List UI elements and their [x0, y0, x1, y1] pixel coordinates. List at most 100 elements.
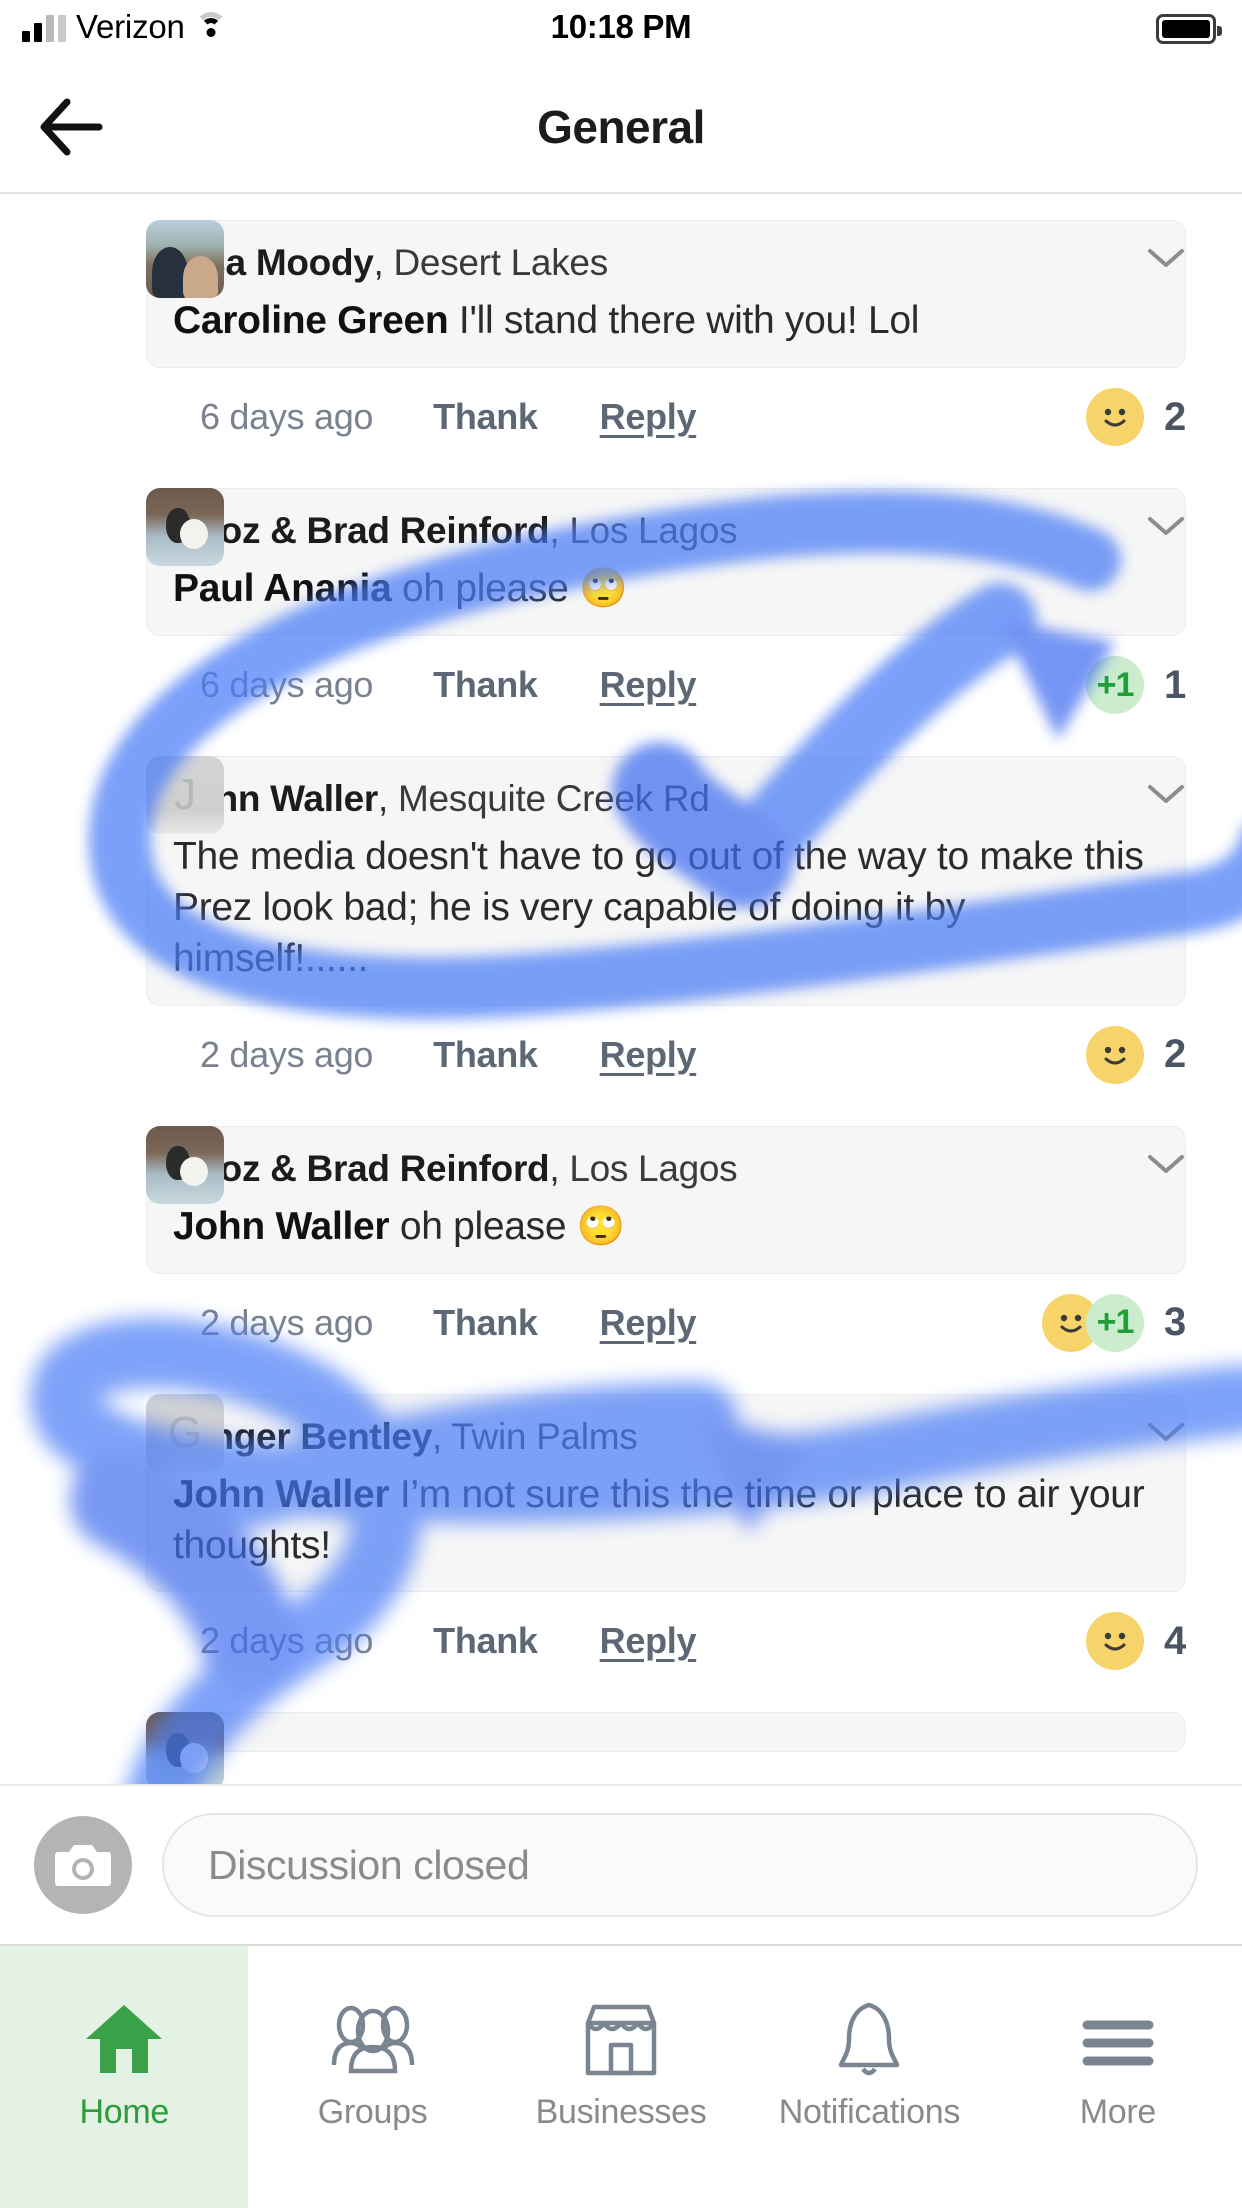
reaction-group[interactable]: +1 3 — [1042, 1293, 1186, 1352]
avatar[interactable] — [146, 1125, 224, 1204]
reply-button[interactable]: Reply — [600, 664, 697, 706]
reply-button[interactable]: Reply — [600, 1034, 697, 1076]
comment-mention[interactable]: Caroline Green — [173, 299, 449, 342]
comment-mention[interactable]: John Waller — [173, 1205, 390, 1248]
reaction-group[interactable]: 2 — [1086, 388, 1186, 447]
reply-button[interactable]: Reply — [600, 1302, 697, 1344]
clock-label: 10:18 PM — [550, 8, 692, 45]
comment-item[interactable]: Sooz & Brad Reinford, Los Lagos Paul Ana… — [0, 462, 1242, 730]
smile-reaction-icon[interactable] — [1086, 1612, 1145, 1671]
comment-timestamp: 2 days ago — [200, 1033, 374, 1075]
comment-bubble: Lisa Moody, Desert Lakes Caroline Green … — [146, 220, 1186, 369]
reaction-group[interactable]: 2 — [1086, 1025, 1186, 1084]
comment-separator: , — [378, 778, 398, 820]
avatar-initial: J — [174, 770, 196, 820]
comment-text: John Waller oh please 🙄 — [173, 1202, 1159, 1253]
comment-footer: 2 days ago Thank Reply 2 — [0, 1006, 1242, 1100]
status-bar: Verizon 10:18 PM — [0, 0, 1242, 62]
comment-footer: 2 days ago Thank Reply 4 — [0, 1592, 1242, 1686]
comment-body-text: The media doesn't have to go out of the … — [173, 835, 1144, 980]
tab-label: More — [1079, 2092, 1157, 2131]
comment-location: Los Lagos — [569, 1147, 738, 1189]
comment-timestamp: 6 days ago — [200, 664, 374, 706]
tab-label: Businesses — [535, 2092, 707, 2131]
comment-thread[interactable]: Lisa Moody, Desert Lakes Caroline Green … — [0, 194, 1242, 1894]
comment-header: Sooz & Brad Reinford, Los Lagos — [173, 1145, 1159, 1192]
comment-input[interactable]: Discussion closed — [162, 1813, 1198, 1917]
thank-button[interactable]: Thank — [433, 1034, 538, 1076]
nav-bar: General — [0, 62, 1242, 194]
comment-mention[interactable]: Paul Anania — [173, 567, 392, 610]
comment-item[interactable]: Sooz & Brad Reinford, Los Lagos John Wal… — [0, 1100, 1242, 1368]
storefront-icon — [578, 1993, 664, 2079]
hamburger-menu-icon — [1075, 1993, 1161, 2079]
tab-label: Home — [79, 2092, 169, 2131]
comment-body-text: oh please 🙄 — [391, 567, 628, 611]
comment-author: Sooz & Brad Reinford — [173, 510, 550, 552]
page-title: General — [537, 101, 705, 153]
comment-timestamp: 6 days ago — [200, 396, 374, 438]
tab-label: Groups — [317, 2092, 428, 2131]
comment-header: Sooz & Brad Reinford, Los Lagos — [173, 507, 1159, 554]
avatar[interactable]: G — [146, 1393, 224, 1472]
reaction-count: 4 — [1164, 1618, 1186, 1663]
thank-button[interactable]: Thank — [433, 664, 538, 706]
tab-home[interactable]: Home — [0, 1946, 249, 2208]
comment-mention[interactable]: John Waller — [173, 1473, 390, 1516]
comment-timestamp: 2 days ago — [200, 1301, 374, 1343]
reply-button[interactable]: Reply — [600, 396, 697, 438]
comment-location: Los Lagos — [569, 510, 738, 552]
chevron-down-icon[interactable] — [1146, 238, 1186, 278]
tab-more[interactable]: More — [994, 1946, 1242, 2208]
screen: Verizon 10:18 PM General Lisa Moody, Des… — [0, 0, 1242, 2208]
comment-item[interactable]: G Ginger Bentley, Twin Palms John Waller… — [0, 1368, 1242, 1687]
comment-item-partial[interactable] — [0, 1686, 1242, 1791]
comment-footer: 6 days ago Thank Reply 2 — [0, 368, 1242, 462]
home-icon — [82, 1993, 166, 2079]
smile-reaction-icon[interactable] — [1086, 388, 1145, 447]
comment-location: Desert Lakes — [393, 242, 609, 283]
comment-bubble: Sooz & Brad Reinford, Los Lagos Paul Ana… — [146, 488, 1186, 637]
comment-header: Ginger Bentley, Twin Palms — [173, 1413, 1159, 1460]
tab-label: Notifications — [778, 2092, 961, 2131]
chevron-down-icon[interactable] — [1146, 506, 1186, 546]
comment-input-placeholder: Discussion closed — [208, 1841, 530, 1888]
thank-button[interactable]: Thank — [433, 1620, 538, 1662]
avatar[interactable] — [146, 220, 224, 298]
comment-author: Sooz & Brad Reinford — [173, 1147, 550, 1189]
bell-icon — [831, 1993, 907, 2079]
chevron-down-icon[interactable] — [1146, 774, 1186, 814]
comment-timestamp: 2 days ago — [200, 1620, 374, 1662]
reaction-count: 3 — [1164, 1300, 1186, 1345]
comment-footer: 6 days ago Thank Reply +1 1 — [0, 636, 1242, 730]
chevron-down-icon[interactable] — [1146, 1412, 1186, 1452]
avatar[interactable]: J — [146, 756, 224, 835]
reaction-count: 1 — [1164, 662, 1186, 707]
reply-button[interactable]: Reply — [600, 1620, 697, 1662]
plus-one-reaction-icon[interactable]: +1 — [1086, 1293, 1145, 1352]
avatar[interactable] — [146, 1712, 224, 1791]
comment-item[interactable]: Lisa Moody, Desert Lakes Caroline Green … — [0, 194, 1242, 462]
plus-one-reaction-icon[interactable]: +1 — [1086, 656, 1145, 715]
thank-button[interactable]: Thank — [433, 396, 538, 438]
comment-text: Paul Anania oh please 🙄 — [173, 564, 1159, 615]
comment-header: John Waller, Mesquite Creek Rd — [173, 775, 1159, 822]
comment-footer: 2 days ago Thank Reply +1 3 — [0, 1274, 1242, 1368]
tab-businesses[interactable]: Businesses — [497, 1946, 745, 2208]
tab-notifications[interactable]: Notifications — [745, 1946, 993, 2208]
avatar[interactable] — [146, 488, 224, 567]
camera-icon[interactable] — [34, 1816, 132, 1914]
thank-button[interactable]: Thank — [433, 1302, 538, 1344]
smile-reaction-icon[interactable] — [1086, 1025, 1145, 1084]
comment-bubble: Sooz & Brad Reinford, Los Lagos John Wal… — [146, 1125, 1186, 1274]
comment-separator: , — [373, 242, 394, 283]
comment-body-text: I'll stand there with you! Lol — [448, 299, 920, 343]
chevron-down-icon[interactable] — [1146, 1144, 1186, 1184]
reaction-count: 2 — [1164, 1032, 1186, 1077]
reaction-group[interactable]: +1 1 — [1086, 656, 1186, 715]
comment-location: Mesquite Creek Rd — [398, 778, 710, 820]
comment-body-text: oh please 🙄 — [389, 1204, 626, 1248]
tab-groups[interactable]: Groups — [248, 1946, 496, 2208]
comment-item[interactable]: J John Waller, Mesquite Creek Rd The med… — [0, 730, 1242, 1099]
reaction-group[interactable]: 4 — [1086, 1612, 1186, 1671]
